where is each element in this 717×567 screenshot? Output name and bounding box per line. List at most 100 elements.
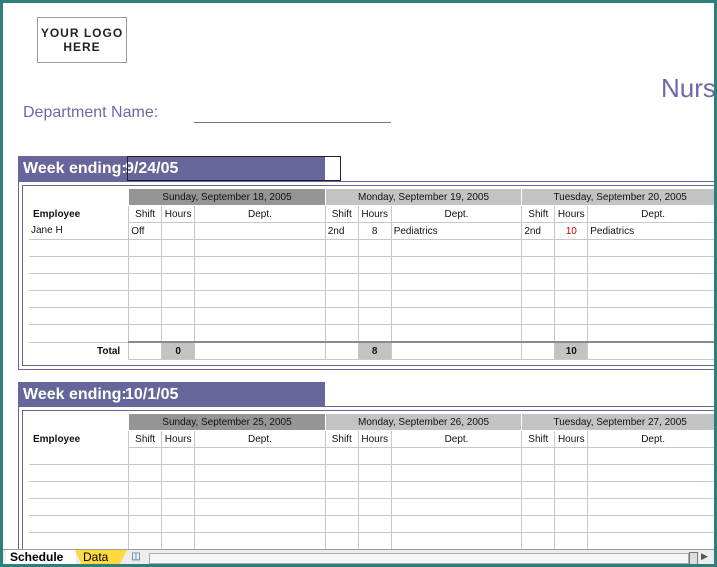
dept-cell[interactable] <box>194 447 326 465</box>
hours-cell[interactable] <box>161 290 196 308</box>
table-cell[interactable] <box>128 341 163 360</box>
shift-cell[interactable] <box>128 273 163 291</box>
scrollbar-thumb[interactable] <box>689 552 698 564</box>
dept-cell[interactable] <box>390 447 523 465</box>
department-input-line[interactable] <box>194 122 391 123</box>
hours-cell[interactable] <box>357 307 392 325</box>
shift-cell[interactable] <box>521 447 556 465</box>
shift-cell[interactable]: Off <box>128 222 163 240</box>
shift-cell[interactable] <box>324 307 359 325</box>
hours-cell[interactable] <box>357 324 392 343</box>
hours-cell[interactable] <box>554 515 589 533</box>
hours-cell[interactable] <box>357 256 392 274</box>
hours-cell[interactable] <box>357 498 392 516</box>
table-cell[interactable] <box>521 341 556 360</box>
dept-cell[interactable] <box>587 515 714 533</box>
dept-cell[interactable] <box>587 239 714 257</box>
dept-cell[interactable] <box>390 481 523 499</box>
hours-cell[interactable] <box>357 532 392 550</box>
shift-cell[interactable] <box>128 515 163 533</box>
dept-cell[interactable] <box>390 256 523 274</box>
dept-cell[interactable] <box>587 447 714 465</box>
hours-cell[interactable] <box>357 481 392 499</box>
shift-cell[interactable] <box>521 515 556 533</box>
dept-cell[interactable] <box>194 256 326 274</box>
employee-cell[interactable] <box>29 239 129 257</box>
employee-cell[interactable]: Jane H <box>29 222 129 240</box>
shift-cell[interactable] <box>324 239 359 257</box>
hours-cell[interactable] <box>161 498 196 516</box>
shift-cell[interactable] <box>324 324 359 343</box>
shift-cell[interactable] <box>128 307 163 325</box>
total-hours-cell[interactable]: 10 <box>554 341 589 360</box>
dept-cell[interactable] <box>587 273 714 291</box>
dept-cell[interactable] <box>390 273 523 291</box>
hours-cell[interactable] <box>554 464 589 482</box>
hours-cell[interactable]: 10 <box>554 222 589 240</box>
dept-cell[interactable] <box>194 222 326 240</box>
shift-cell[interactable] <box>324 273 359 291</box>
employee-cell[interactable] <box>29 290 129 308</box>
shift-cell[interactable] <box>128 239 163 257</box>
shift-cell[interactable] <box>324 498 359 516</box>
shift-cell[interactable] <box>128 256 163 274</box>
table-cell[interactable] <box>194 341 326 360</box>
hours-cell[interactable] <box>357 515 392 533</box>
table-cell[interactable] <box>390 341 523 360</box>
dept-cell[interactable] <box>390 464 523 482</box>
hours-cell[interactable] <box>357 290 392 308</box>
hours-cell[interactable] <box>554 273 589 291</box>
employee-cell[interactable] <box>29 498 129 516</box>
dept-cell[interactable] <box>194 273 326 291</box>
shift-cell[interactable]: 2nd <box>324 222 359 240</box>
dept-cell[interactable] <box>194 515 326 533</box>
hours-cell[interactable] <box>554 290 589 308</box>
hours-cell[interactable] <box>554 532 589 550</box>
hours-cell[interactable] <box>554 498 589 516</box>
hours-cell[interactable] <box>357 447 392 465</box>
hours-cell[interactable] <box>161 447 196 465</box>
dept-cell[interactable] <box>587 307 714 325</box>
shift-cell[interactable] <box>324 532 359 550</box>
shift-cell[interactable] <box>128 290 163 308</box>
dept-cell[interactable] <box>390 307 523 325</box>
hours-cell[interactable] <box>161 481 196 499</box>
dept-cell[interactable]: Pediatrics <box>390 222 523 240</box>
hours-cell[interactable] <box>161 256 196 274</box>
shift-cell[interactable] <box>521 481 556 499</box>
shift-cell[interactable] <box>521 532 556 550</box>
dept-cell[interactable] <box>194 324 326 343</box>
employee-cell[interactable] <box>29 273 129 291</box>
employee-cell[interactable] <box>29 324 129 343</box>
dept-cell[interactable] <box>390 498 523 516</box>
shift-cell[interactable] <box>324 515 359 533</box>
table-cell[interactable] <box>587 341 714 360</box>
dept-cell[interactable] <box>587 532 714 550</box>
total-hours-cell[interactable]: 8 <box>357 341 392 360</box>
hours-cell[interactable] <box>554 447 589 465</box>
hours-cell[interactable] <box>161 515 196 533</box>
dept-cell[interactable] <box>587 256 714 274</box>
dept-cell[interactable] <box>194 239 326 257</box>
employee-cell[interactable] <box>29 532 129 550</box>
dept-cell[interactable] <box>194 498 326 516</box>
employee-cell[interactable] <box>29 515 129 533</box>
employee-cell[interactable] <box>29 256 129 274</box>
dept-cell[interactable] <box>194 532 326 550</box>
shift-cell[interactable] <box>128 324 163 343</box>
hours-cell[interactable] <box>554 239 589 257</box>
hours-cell[interactable] <box>161 222 196 240</box>
shift-cell[interactable] <box>521 498 556 516</box>
dept-cell[interactable] <box>194 481 326 499</box>
shift-cell[interactable] <box>521 239 556 257</box>
hours-cell[interactable] <box>554 324 589 343</box>
shift-cell[interactable] <box>521 324 556 343</box>
employee-cell[interactable] <box>29 464 129 482</box>
shift-cell[interactable] <box>324 481 359 499</box>
hours-cell[interactable] <box>554 481 589 499</box>
sheet-tab-data[interactable]: Data <box>75 550 127 564</box>
hours-cell[interactable] <box>161 532 196 550</box>
employee-cell[interactable] <box>29 447 129 465</box>
hours-cell[interactable] <box>357 239 392 257</box>
shift-cell[interactable] <box>128 532 163 550</box>
